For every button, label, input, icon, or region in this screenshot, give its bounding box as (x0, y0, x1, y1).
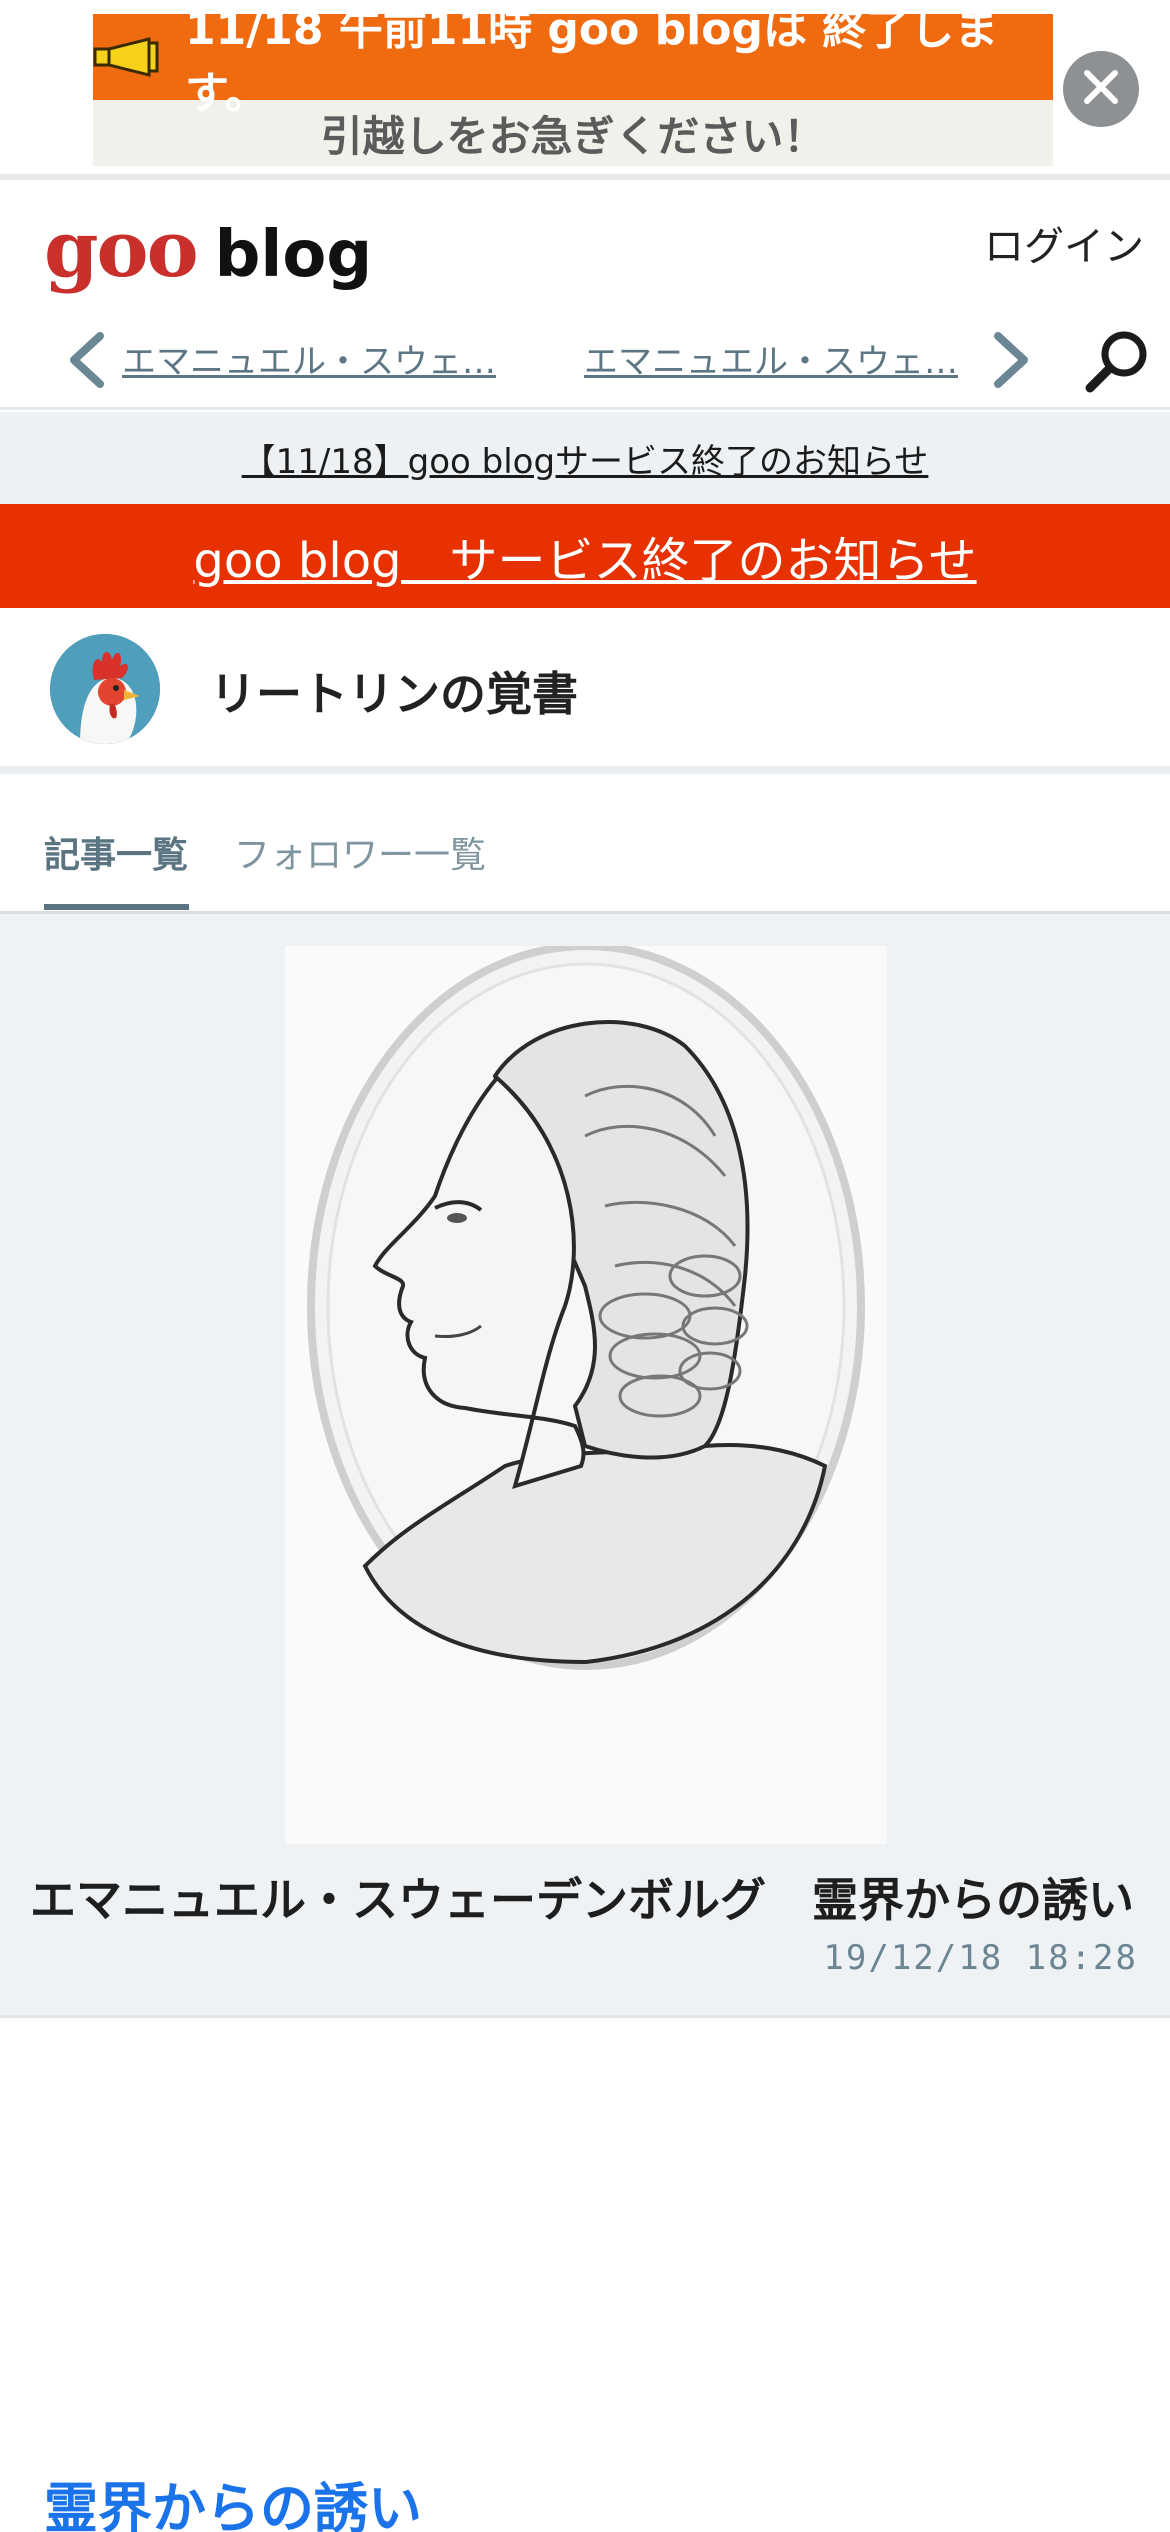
featured-article-title[interactable]: エマニュエル・スウェーデンボルグ 霊界からの誘い (30, 1864, 1150, 1930)
chevron-left-icon[interactable] (58, 328, 118, 392)
logo-blog-text: blog (214, 218, 373, 292)
close-banner-button[interactable] (1063, 51, 1139, 127)
article-heading[interactable]: 霊界からの誘い (44, 2464, 422, 2532)
login-link[interactable]: ログイン (984, 214, 1144, 272)
banner-subline: 引越しをお急ぎください！ (320, 111, 826, 161)
chevron-right-icon[interactable] (980, 328, 1040, 392)
goo-blog-logo[interactable]: goo blog (44, 204, 372, 295)
featured-article[interactable]: エマニュエル・スウェーデンボルグ 霊界からの誘い 19/12/18 18:28 (0, 914, 1170, 2018)
blog-header: リートリンの覚書 (0, 608, 1170, 774)
close-icon (1081, 67, 1121, 111)
active-tab-indicator (44, 904, 189, 910)
site-header: goo blog ログイン (0, 186, 1170, 310)
tab-followers[interactable]: フォロワー一覧 (234, 826, 486, 878)
blog-title[interactable]: リートリンの覚書 (210, 658, 578, 724)
portrait-image[interactable] (285, 942, 887, 1844)
prev-article-link[interactable]: エマニュエル・スウェ… (122, 334, 496, 383)
featured-article-date: 19/12/18 18:28 (823, 1938, 1138, 1978)
megaphone-icon (93, 37, 163, 77)
service-end-notice-link[interactable]: 【11/18】goo blogサービス終了のお知らせ (242, 434, 929, 483)
article-nav: エマニュエル・スウェ… エマニュエル・スウェ… (0, 310, 1170, 410)
next-article-link[interactable]: エマニュエル・スウェ… (584, 334, 958, 383)
logo-goo-text: goo (44, 204, 199, 295)
service-end-banner: 11/18 午前11時 goo blogは 終了します。 引越しをお急ぎください… (0, 0, 1170, 180)
search-icon[interactable] (1082, 326, 1152, 396)
migration-ad[interactable]: 11/18 午前11時 goo blogは 終了します。 引越しをお急ぎください… (93, 4, 1053, 166)
service-end-bar: goo blog サービス終了のお知らせ (0, 504, 1170, 608)
rooster-avatar[interactable] (50, 634, 160, 744)
tab-articles[interactable]: 記事一覧 (44, 826, 188, 878)
notice-area: 【11/18】goo blogサービス終了のお知らせ (0, 412, 1170, 504)
service-end-bar-link[interactable]: goo blog サービス終了のお知らせ (193, 521, 976, 591)
tab-bar: 記事一覧 フォロワー一覧 (0, 790, 1170, 914)
banner-headline-row: 11/18 午前11時 goo blogは 終了します。 (93, 4, 1053, 119)
